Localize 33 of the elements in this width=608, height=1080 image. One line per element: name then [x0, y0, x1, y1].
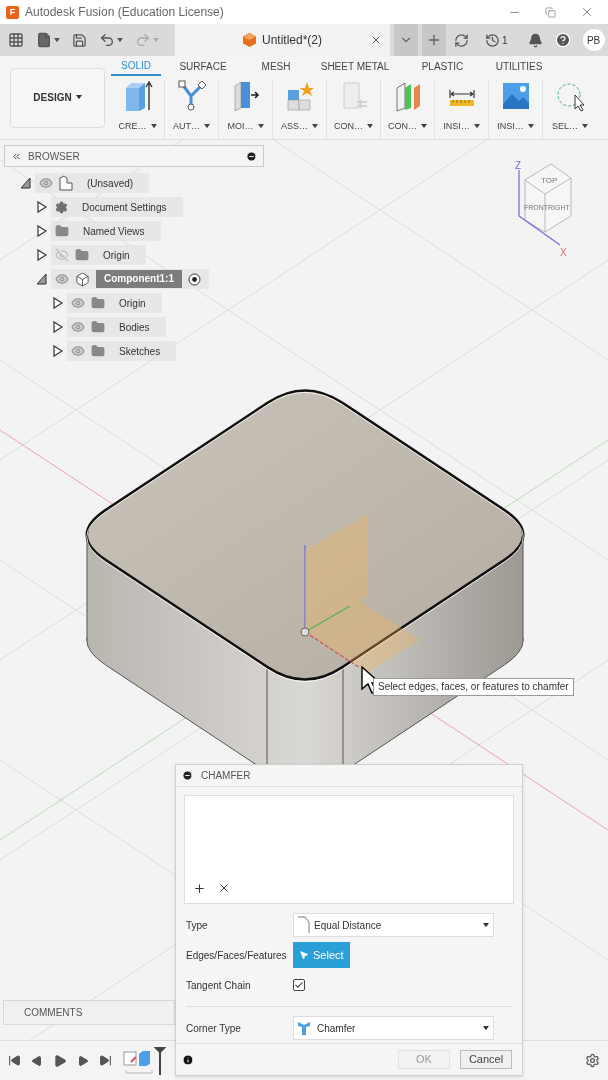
window-title: Autodesk Fusion (Education License): [25, 4, 224, 21]
field-label: Type: [186, 918, 209, 933]
tool-label: INSI…: [497, 119, 524, 133]
browser-title: BROWSER: [28, 149, 80, 164]
cube-top-label: TOP: [541, 176, 558, 185]
tree-label: (Unsaved): [86, 176, 135, 191]
dropdown-value: Chamfer: [317, 1021, 356, 1036]
z-axis-label: Z: [515, 160, 522, 171]
comments-title: COMMENTS: [24, 1006, 83, 1020]
x-axis-label: X: [560, 247, 567, 258]
tool-label: CON…: [388, 119, 417, 133]
tree-label: Document Settings: [81, 200, 168, 215]
document-tab-title: Untitled*(2): [262, 32, 322, 49]
app-logo: F: [6, 5, 19, 19]
tool-label: SEL…: [552, 119, 578, 133]
field-label: Tangent Chain: [186, 978, 252, 993]
tree-label: Component1:1: [96, 270, 182, 288]
tree-label: Sketches: [118, 344, 162, 359]
dialog-title: CHAMFER: [201, 768, 251, 783]
tooltip: Select edges, faces, or features to chamfer: [373, 678, 574, 696]
dropdown-value: Equal Distance: [314, 918, 382, 933]
tree-label: Named Views: [82, 224, 146, 239]
tool-label: CRE…: [118, 119, 147, 133]
tool-label: MOI…: [227, 119, 254, 133]
tool-label: AUT…: [173, 119, 200, 133]
tree-label: Origin: [118, 296, 147, 311]
tree-label: Origin: [102, 248, 131, 263]
field-label: Edges/Faces/Features: [186, 948, 288, 963]
tool-label: ASS…: [281, 119, 308, 133]
tree-label: Bodies: [118, 320, 151, 335]
field-label: Corner Type: [186, 1021, 242, 1036]
tool-label: CON…: [334, 119, 363, 133]
tool-label: INSI…: [443, 119, 470, 133]
